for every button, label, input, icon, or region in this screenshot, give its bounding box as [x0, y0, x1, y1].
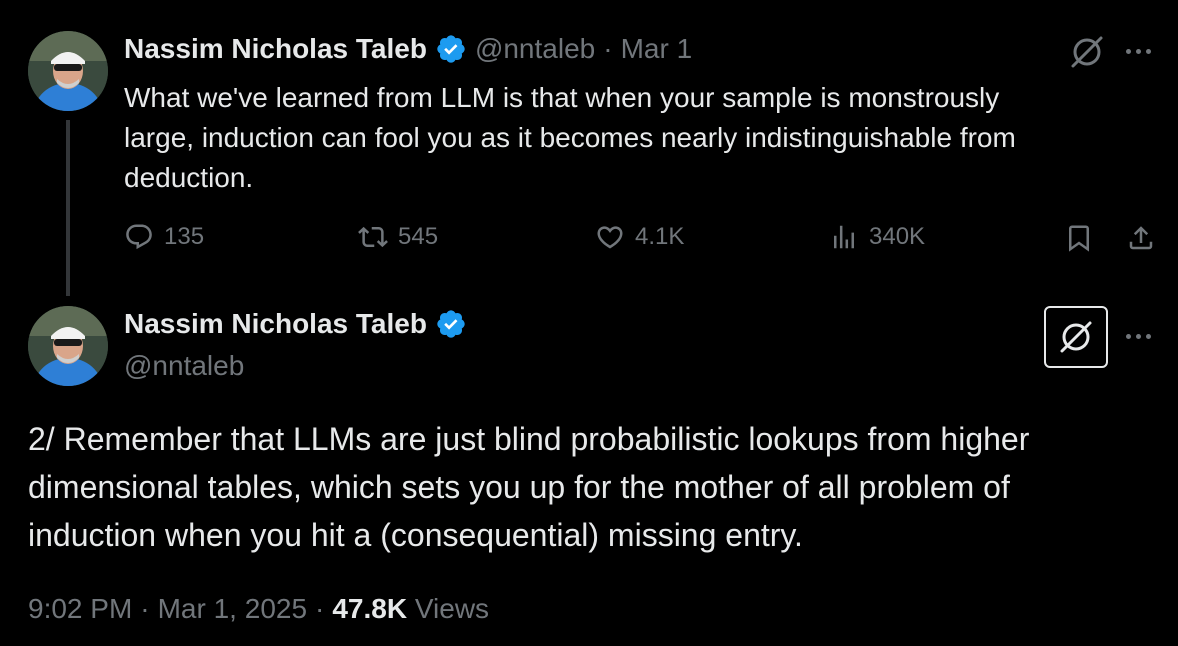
tweet-text-line: induction when you hit a (consequential)…: [28, 517, 803, 553]
separator: ·: [140, 593, 150, 624]
tweet-full-date[interactable]: Mar 1, 2025: [158, 593, 307, 625]
tweet-date[interactable]: Mar 1: [621, 33, 693, 65]
tweet-text-line: 2/ Remember that LLMs are just blind pro…: [28, 421, 1030, 457]
avatar-image: [28, 306, 108, 386]
author-name[interactable]: Nassim Nicholas Taleb: [124, 33, 427, 65]
thread-line: [66, 120, 70, 296]
tweet1-header: Nassim Nicholas Taleb @nntaleb · Mar 1: [124, 33, 692, 65]
share-icon: [1129, 226, 1153, 250]
reply-icon: [126, 224, 152, 250]
tweet-time[interactable]: 9:02 PM: [28, 593, 132, 625]
avatar[interactable]: [28, 31, 108, 111]
like-button[interactable]: 4.1K: [595, 222, 684, 252]
like-count: 4.1K: [635, 223, 685, 250]
tweet2-text: 2/ Remember that LLMs are just blind pro…: [28, 415, 1158, 559]
tweet-text-line: dimensional tables, which sets you up fo…: [28, 469, 1010, 505]
reply-count: 135: [164, 223, 205, 250]
more-icon: [1126, 49, 1131, 54]
repost-button[interactable]: 545: [358, 222, 438, 252]
bookmark-button[interactable]: [1064, 223, 1094, 258]
tweet-text-line: large, induction can fool you as it beco…: [124, 122, 1016, 153]
author-handle[interactable]: @nntaleb: [124, 350, 244, 382]
views-label: Views: [414, 593, 490, 624]
tweet-meta: 9:02 PM · Mar 1, 2025 · 47.8K Views: [28, 593, 489, 625]
views-button[interactable]: 340K: [829, 222, 925, 252]
grok-button[interactable]: [1044, 306, 1108, 368]
repost-count: 545: [398, 223, 439, 250]
reply-button[interactable]: 135: [124, 222, 204, 252]
like-icon: [597, 226, 623, 249]
separator: ·: [315, 593, 325, 624]
author-handle[interactable]: @nntaleb: [475, 33, 595, 65]
tweet-text-line: What we've learned from LLM is that when…: [124, 82, 1000, 113]
grok-button[interactable]: [1068, 33, 1106, 76]
repost-icon: [358, 226, 388, 248]
avatar[interactable]: [28, 306, 108, 386]
tweet1-text: What we've learned from LLM is that when…: [124, 78, 1144, 198]
tweet-text-line: deduction.: [124, 162, 254, 193]
grok-icon: [1060, 321, 1092, 353]
more-button[interactable]: [1126, 49, 1151, 54]
author-name[interactable]: Nassim Nicholas Taleb: [124, 308, 427, 340]
share-button[interactable]: [1126, 223, 1156, 258]
avatar-image: [28, 31, 108, 111]
more-icon: [1126, 334, 1131, 339]
views-icon: [834, 225, 854, 249]
views-total: 47.8K: [332, 593, 408, 624]
more-button[interactable]: [1126, 334, 1151, 339]
separator: ·: [603, 33, 613, 64]
tweet2-header: Nassim Nicholas Taleb: [124, 308, 467, 340]
bookmark-icon: [1069, 225, 1089, 252]
views-count: 340K: [869, 223, 926, 250]
verified-badge-icon: [437, 35, 465, 63]
grok-icon: [1071, 36, 1103, 68]
verified-badge-icon: [437, 310, 465, 338]
